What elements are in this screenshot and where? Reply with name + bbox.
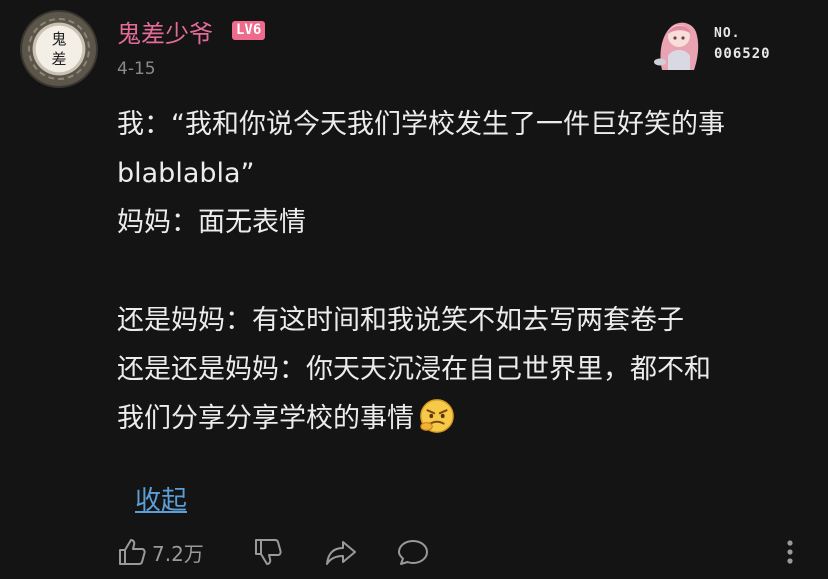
fan-badge-label: NO. bbox=[714, 26, 741, 41]
comment-date: 4-15 bbox=[117, 59, 156, 79]
share-icon bbox=[326, 541, 356, 565]
avatar-char-1: 鬼 bbox=[51, 30, 67, 48]
fan-badge-number: 006520 bbox=[714, 46, 771, 62]
like-count: 7.2万 bbox=[152, 541, 204, 566]
comment-line-last: 我们分享分享学校的事情 bbox=[117, 394, 797, 443]
comment-line-text: 我们分享分享学校的事情 bbox=[117, 403, 414, 434]
anime-girl-figure-icon bbox=[654, 22, 699, 70]
dislike-button[interactable] bbox=[252, 532, 284, 572]
avatar-text: 鬼 差 bbox=[22, 29, 96, 69]
fan-badge[interactable]: NO. 006520 bbox=[646, 12, 786, 72]
thumbs-up-icon bbox=[119, 539, 146, 565]
angry-emoji-icon bbox=[420, 399, 454, 433]
comment-line-blank bbox=[117, 247, 797, 296]
avatar[interactable]: 鬼 差 bbox=[20, 10, 98, 88]
like-button[interactable]: 7.2万 bbox=[116, 532, 204, 572]
share-button[interactable] bbox=[324, 532, 358, 572]
more-icon bbox=[787, 540, 793, 564]
comment-card: 鬼 差 鬼差少爷 LV6 4-15 NO. 006520 我：“我和你说今天我们… bbox=[0, 0, 828, 579]
more-button[interactable] bbox=[780, 532, 800, 572]
avatar-char-2: 差 bbox=[51, 50, 67, 68]
level-badge: LV6 bbox=[232, 21, 266, 40]
thumbs-down-icon bbox=[255, 539, 282, 565]
comment-line: blablabla” bbox=[117, 158, 255, 189]
comment-line: 我：“我和你说今天我们学校发生了一件巨好笑的事 bbox=[117, 109, 725, 140]
comment-text: 我：“我和你说今天我们学校发生了一件巨好笑的事 blablabla” 妈妈：面无… bbox=[117, 100, 797, 443]
collapse-link[interactable]: 收起 bbox=[135, 480, 187, 517]
comment-line: 还是还是妈妈：你天天沉浸在自己世界里，都不和 bbox=[117, 354, 711, 385]
comment-line: 还是妈妈：有这时间和我说笑不如去写两套卷子 bbox=[117, 305, 684, 336]
username[interactable]: 鬼差少爷 bbox=[117, 14, 213, 49]
reply-icon bbox=[398, 540, 428, 565]
reply-button[interactable] bbox=[396, 532, 430, 572]
action-bar: 7.2万 bbox=[0, 532, 828, 572]
comment-line: 妈妈：面无表情 bbox=[117, 207, 306, 238]
